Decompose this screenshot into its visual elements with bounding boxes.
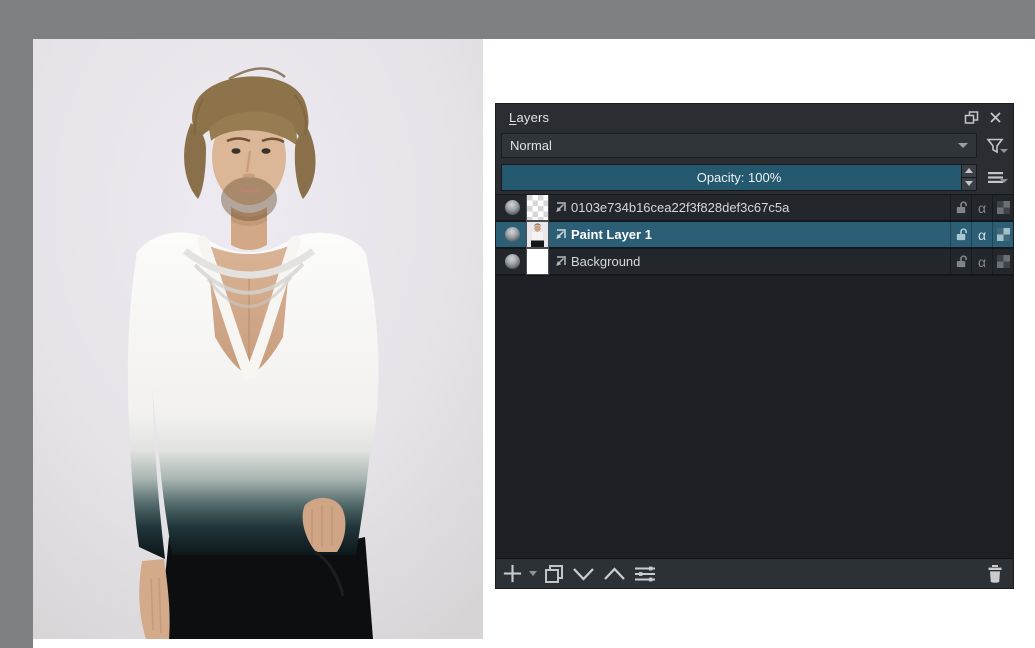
visibility-toggle[interactable] — [500, 227, 524, 242]
filter-caret-icon — [1000, 148, 1008, 153]
eye-icon — [504, 200, 520, 215]
close-icon — [989, 111, 1001, 123]
alpha-lock-toggle[interactable]: α — [971, 248, 992, 275]
move-layer-up-button[interactable] — [602, 561, 627, 587]
caret-down-icon — [529, 571, 537, 576]
layer-filter-button[interactable] — [977, 138, 1013, 154]
blend-mode-row: Normal — [496, 130, 1013, 161]
move-layer-down-button[interactable] — [571, 561, 596, 587]
plus-icon — [503, 564, 522, 583]
alpha-lock-toggle[interactable]: α — [971, 195, 992, 221]
layer-row-hash[interactable]: 0103e734b16cea22f3f828def3c67c5a α — [496, 195, 1013, 222]
thumbnail-miniature — [527, 222, 548, 247]
delete-layer-button[interactable] — [985, 561, 1005, 587]
chevron-down-icon — [958, 143, 968, 148]
blend-mode-select[interactable]: Normal — [501, 133, 977, 158]
window-surround-top — [0, 0, 1035, 39]
eye-icon — [504, 254, 520, 269]
layer-name: Background — [571, 254, 641, 269]
corner-arrow-icon — [556, 201, 566, 212]
lock-open-icon — [956, 201, 967, 214]
pass-through-indicator — [551, 228, 569, 242]
inherit-alpha-toggle[interactable] — [992, 195, 1013, 221]
layer-thumbnail-photo[interactable] — [526, 221, 549, 248]
chevron-down-icon — [573, 567, 594, 581]
corner-arrow-icon — [556, 228, 566, 239]
close-docker-button[interactable] — [985, 108, 1005, 126]
alpha-lock-toggle[interactable]: α — [971, 221, 992, 248]
pass-through-indicator — [551, 255, 569, 269]
pass-through-indicator — [551, 201, 569, 215]
canvas-photo[interactable] — [33, 39, 483, 639]
menu-caret-icon — [1000, 178, 1008, 183]
docker-titlebar[interactable]: Layers — [496, 104, 1013, 130]
trash-icon — [988, 565, 1002, 583]
docker-title: Layers — [509, 109, 550, 125]
float-icon — [964, 110, 978, 124]
layer-thumbnail-white[interactable] — [526, 248, 549, 275]
lock-open-icon — [956, 228, 967, 241]
layer-row-paint-layer-1[interactable]: Paint Layer 1 α — [496, 221, 1013, 249]
layer-name: 0103e734b16cea22f3f828def3c67c5a — [571, 200, 790, 215]
layer-properties-button[interactable] — [633, 561, 657, 587]
alpha-icon: α — [977, 226, 987, 243]
alpha-icon: α — [977, 253, 987, 270]
add-layer-button[interactable] — [502, 561, 523, 587]
opacity-spinners — [961, 164, 976, 190]
corner-arrow-icon — [556, 255, 566, 266]
model-photo-illustration — [33, 39, 483, 639]
opacity-value: Opacity: 100% — [696, 169, 782, 185]
spin-down-icon — [965, 181, 973, 186]
inherit-alpha-icon — [996, 228, 1010, 241]
layer-list: 0103e734b16cea22f3f828def3c67c5a α Paint… — [496, 194, 1013, 558]
opacity-spin-up[interactable] — [962, 164, 976, 178]
chevron-up-icon — [604, 566, 625, 580]
layer-toolbar — [496, 558, 1013, 588]
duplicate-layer-button[interactable] — [543, 561, 565, 587]
layer-thumbnail-transparent[interactable] — [526, 195, 549, 221]
layer-name: Paint Layer 1 — [571, 227, 652, 242]
blend-mode-value: Normal — [510, 138, 552, 153]
window-surround-left — [0, 0, 33, 648]
opacity-row: Opacity: 100% — [496, 161, 1013, 194]
visibility-toggle[interactable] — [500, 254, 524, 269]
layer-row-background[interactable]: Background α — [496, 248, 1013, 276]
lock-toggle[interactable] — [950, 248, 971, 275]
opacity-spin-down[interactable] — [962, 177, 976, 190]
add-layer-dropdown[interactable] — [529, 561, 537, 587]
opacity-slider[interactable]: Opacity: 100% — [501, 163, 977, 191]
properties-sliders-icon — [635, 566, 655, 581]
inherit-alpha-toggle[interactable] — [992, 248, 1013, 275]
inherit-alpha-toggle[interactable] — [992, 221, 1013, 248]
inherit-alpha-icon — [996, 255, 1010, 268]
lock-open-icon — [956, 255, 967, 268]
lock-toggle[interactable] — [950, 195, 971, 221]
visibility-toggle[interactable] — [500, 200, 524, 215]
float-docker-button[interactable] — [961, 108, 981, 126]
eye-icon — [504, 227, 520, 242]
layers-docker: Layers Normal Opacity: 100% 0103e734b16c… — [495, 103, 1014, 589]
inherit-alpha-icon — [996, 201, 1010, 214]
duplicate-icon — [545, 564, 563, 583]
lock-toggle[interactable] — [950, 221, 971, 248]
spin-up-icon — [965, 168, 973, 173]
layers-menu-button[interactable] — [977, 171, 1013, 184]
alpha-icon: α — [977, 199, 987, 216]
